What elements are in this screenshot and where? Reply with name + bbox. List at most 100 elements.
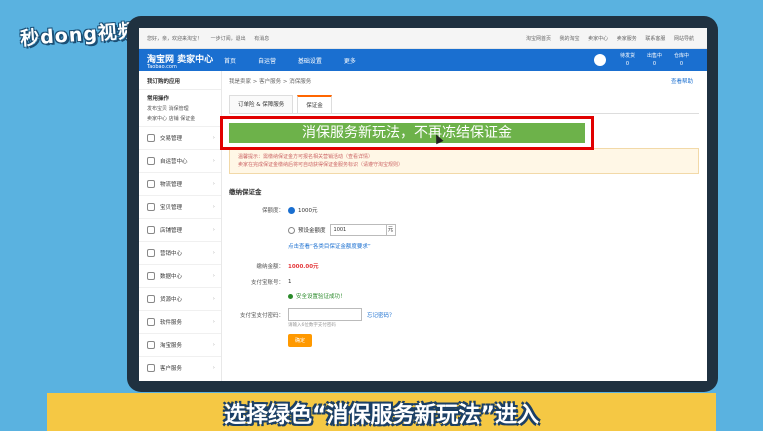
seller-header: 淘宝网 卖家中心 Taobao.com 首页 自运营 基础设置 更多 待发货 0 … (139, 49, 707, 71)
nav-item-1[interactable]: 自运营 (258, 58, 276, 65)
sidebar-subhead: 常用操作 (147, 96, 170, 102)
pay-label: 缴纳金额： (256, 264, 284, 270)
topstrip-right-0[interactable]: 淘宝网首页 (526, 36, 551, 42)
verify-success-text: 安全设置验证成功！ (296, 294, 346, 300)
breadcrumb: 我是卖家 > 客户服务 > 消保服务 查看帮助 (229, 71, 699, 91)
quick-link[interactable]: 保证金 (180, 116, 195, 122)
chevron-right-icon: › (212, 158, 215, 164)
sidebar-item-label: 营销中心 (160, 251, 183, 257)
chevron-right-icon: › (212, 135, 215, 141)
chevron-right-icon: › (212, 227, 215, 233)
tab-deposit[interactable]: 保证金 (297, 95, 332, 113)
sidebar-item-9[interactable]: 淘宝服务 › (139, 333, 221, 356)
password-hint: 请输入6位数字支付密码 (288, 323, 336, 328)
stat-0[interactable]: 待发货 0 (620, 52, 635, 68)
sidebar-item-label: 物流管理 (160, 182, 183, 188)
quick-link[interactable]: 发布宝贝 (147, 106, 167, 112)
sidebar-item-7[interactable]: 货源中心 › (139, 287, 221, 310)
sidebar-item-label: 宝贝管理 (160, 205, 183, 211)
highlight-box: 消保服务新玩法，不再冻结保证金 (220, 116, 594, 150)
sidebar-item-5[interactable]: 营销中心 › (139, 241, 221, 264)
topstrip-left-2[interactable]: 有消息 (254, 36, 269, 42)
browser-screen: 您好，亲，欢迎来淘宝！ 一步订阅，退出 有消息 淘宝网首页 我的淘宝 卖家中心 … (139, 28, 707, 381)
brand-logo[interactable]: 淘宝网 卖家中心 Taobao.com (147, 52, 213, 70)
sidebar-item-10[interactable]: 客户服务 › (139, 356, 221, 379)
menu-icon (147, 295, 155, 303)
chevron-right-icon: › (212, 181, 215, 187)
menu-icon (147, 157, 155, 165)
sidebar-item-6[interactable]: 数据中心 › (139, 264, 221, 287)
sidebar-item-label: 自运营中心 (160, 159, 188, 165)
help-link[interactable]: 查看帮助 (671, 77, 693, 85)
requirement-link[interactable]: 点击查看“各类目保证金额度要求” (288, 242, 371, 250)
stat-1[interactable]: 出售中 0 (647, 52, 662, 68)
unit-label: 元 (386, 224, 396, 236)
submit-button[interactable]: 确定 (288, 334, 313, 347)
notice-line-1: 温馨提示：需缴纳保证金方可报名相关营销活动（查看详情） (238, 154, 374, 160)
custom-amount-input[interactable]: 1001 (329, 224, 387, 236)
chevron-right-icon: › (212, 204, 215, 210)
menu-icon (147, 364, 155, 372)
top-strip: 您好，亲，欢迎来淘宝！ 一步订阅，退出 有消息 淘宝网首页 我的淘宝 卖家中心 … (139, 28, 707, 49)
menu-icon (147, 180, 155, 188)
nav-item-2[interactable]: 基础设置 (298, 58, 322, 65)
topstrip-left-0[interactable]: 您好，亲，欢迎来淘宝！ (147, 36, 202, 42)
account-value: 1 (288, 279, 292, 285)
sidebar-item-4[interactable]: 店铺管理 › (139, 218, 221, 241)
chevron-right-icon: › (212, 273, 215, 279)
quick-link[interactable]: 店铺 (169, 116, 179, 122)
notice-line-2: 卖家在完成保证金缴纳后将可自动获得保证金服务标识（请遵守淘宝规则） (238, 162, 404, 168)
account-label: 支付宝账号： (250, 280, 284, 286)
option-1000-label: 1000元 (298, 208, 318, 214)
menu-icon (147, 272, 155, 280)
avatar[interactable] (593, 54, 606, 66)
quick-link[interactable]: 卖家中心 (147, 116, 167, 122)
menu-icon (147, 249, 155, 257)
topstrip-right-5[interactable]: 网站导航 (674, 36, 694, 42)
tab-insurance[interactable]: 订单险 & 保障服务 (229, 95, 294, 113)
password-label: 支付宝支付密码： (239, 312, 284, 319)
topstrip-right-3[interactable]: 卖家服务 (617, 36, 637, 42)
breadcrumb-text[interactable]: 我是卖家 > 客户服务 > 消保服务 (229, 79, 311, 85)
sidebar-item-3[interactable]: 宝贝管理 › (139, 195, 221, 218)
sidebar-item-label: 软件服务 (160, 320, 183, 326)
sidebar-item-2[interactable]: 物流管理 › (139, 172, 221, 195)
nav-item-0[interactable]: 首页 (224, 58, 236, 65)
sidebar-item-label: 淘宝服务 (160, 343, 183, 349)
sidebar-item-label: 交易管理 (160, 136, 183, 142)
menu-icon (147, 134, 155, 142)
topstrip-right-1[interactable]: 我的淘宝 (560, 36, 580, 42)
radio-1000[interactable] (288, 206, 295, 214)
sidebar-item-1[interactable]: 自运营中心 › (139, 149, 221, 172)
topstrip-right-2[interactable]: 卖家中心 (588, 36, 608, 42)
topstrip-left-1[interactable]: 一步订阅，退出 (211, 36, 246, 42)
forgot-password-link[interactable]: 忘记密码？ (367, 311, 395, 319)
password-input[interactable] (288, 308, 362, 321)
topstrip-right-4[interactable]: 联系客服 (645, 36, 665, 42)
amount-label: 保额度： (261, 208, 284, 214)
chevron-right-icon: › (212, 319, 215, 325)
stat-value: 0 (625, 61, 630, 67)
stat-label: 待发货 (619, 53, 635, 59)
stat-2[interactable]: 仓库中 0 (674, 52, 689, 68)
notice-box: 温馨提示：需缴纳保证金方可报名相关营销活动（查看详情） 卖家在完成保证金缴纳后将… (229, 148, 699, 174)
new-service-banner[interactable]: 消保服务新玩法，不再冻结保证金 (229, 123, 585, 143)
chevron-right-icon: › (212, 250, 215, 256)
stat-label: 出售中 (646, 53, 662, 59)
sidebar-item-label: 货源中心 (160, 297, 183, 303)
menu-icon (147, 226, 155, 234)
stat-value: 0 (679, 61, 684, 67)
sidebar-item-8[interactable]: 软件服务 › (139, 310, 221, 333)
sidebar-head[interactable]: 我订购的应用 (139, 71, 221, 90)
quick-links: 发布宝贝 消保管理 卖家中心 店铺 保证金 (139, 102, 221, 126)
chevron-right-icon: › (212, 342, 215, 348)
menu-icon (147, 318, 155, 326)
option-custom-label: 预设金额度 (298, 228, 326, 234)
stat-value: 0 (652, 61, 657, 67)
sidebar-item-label: 数据中心 (160, 274, 183, 280)
quick-link[interactable]: 消保管理 (169, 106, 189, 112)
nav-item-3[interactable]: 更多 (344, 58, 356, 65)
sidebar-item-0[interactable]: 交易管理 › (139, 126, 221, 149)
watermark-logo: 秒dong视频 (19, 19, 139, 51)
radio-custom[interactable] (288, 226, 295, 234)
